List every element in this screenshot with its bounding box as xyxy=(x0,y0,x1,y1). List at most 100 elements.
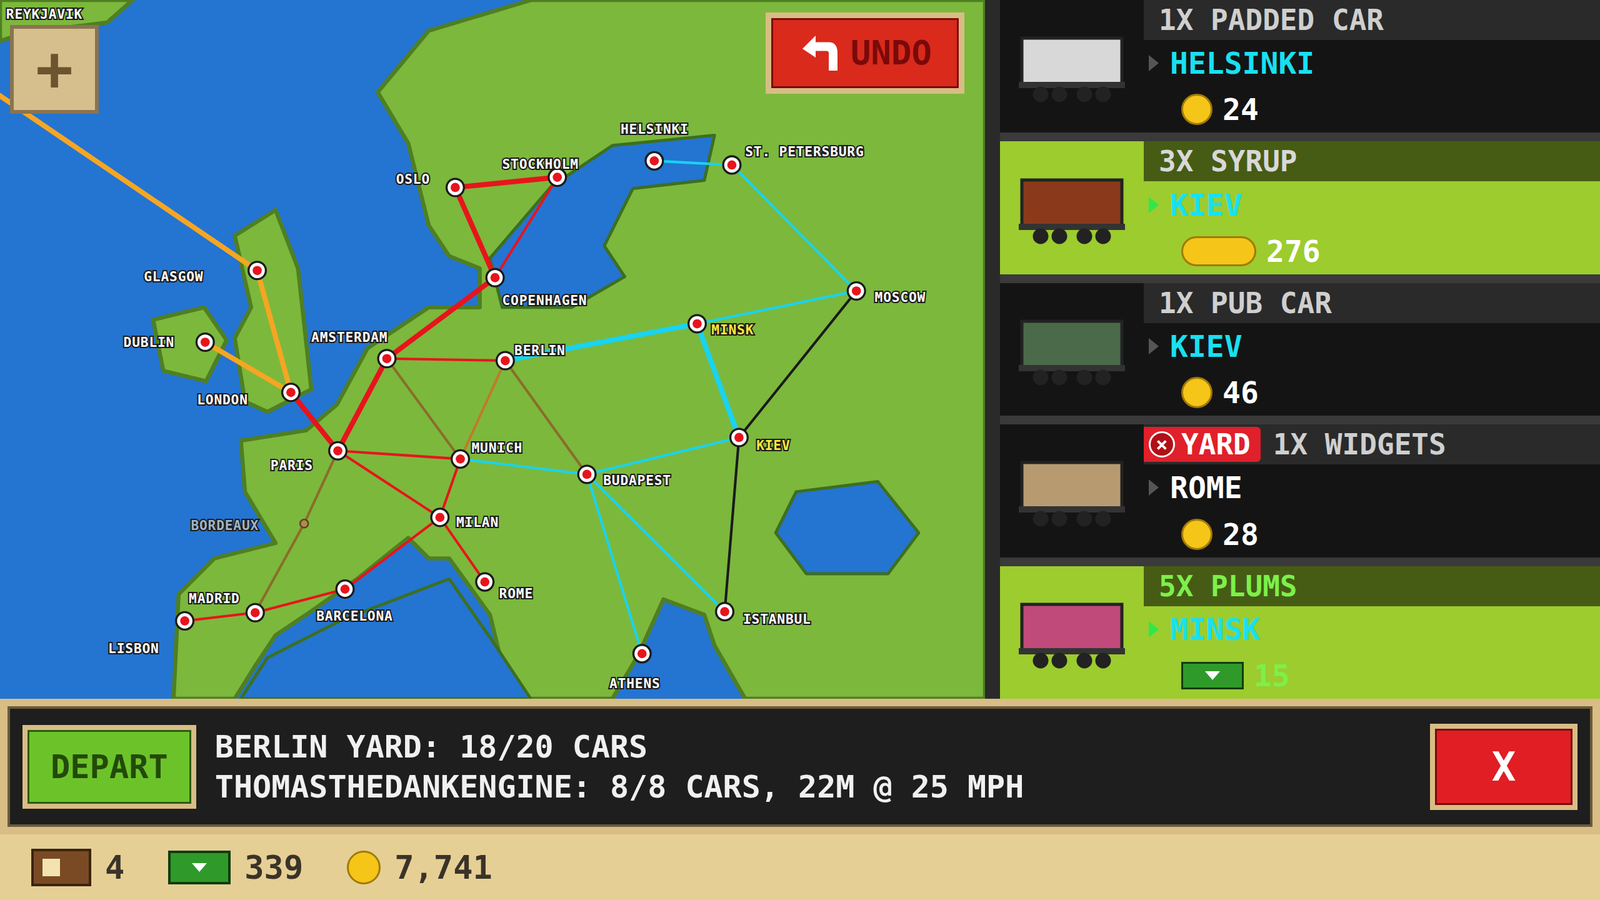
map[interactable]: REYKJAVIKGLASGOWDUBLINLONDONPARISBORDEAU… xyxy=(0,0,985,699)
city-label: ISTANBUL xyxy=(743,610,812,627)
car-title: 1X PUB CAR xyxy=(1158,288,1332,318)
city-node[interactable] xyxy=(451,450,470,468)
status-bar: 43397,741 xyxy=(0,834,1600,900)
station-ring xyxy=(451,450,470,468)
station-dot xyxy=(180,616,190,626)
route-line xyxy=(386,277,495,359)
city-node[interactable] xyxy=(716,603,734,621)
city-label: MADRID xyxy=(188,590,240,607)
station-ring xyxy=(282,383,300,402)
city-label: KIEV xyxy=(756,437,790,454)
city-label: AMSTERDAM xyxy=(311,329,388,345)
coin-stack-icon xyxy=(1181,236,1257,267)
city-node[interactable] xyxy=(378,350,396,368)
city-node[interactable] xyxy=(688,315,707,333)
station-dot xyxy=(450,183,460,193)
city-node[interactable] xyxy=(446,178,465,197)
city-node[interactable] xyxy=(300,519,309,528)
car-card[interactable]: 3X SYRUPKIEV276 xyxy=(1000,141,1600,274)
sea xyxy=(240,578,531,699)
car-card[interactable]: 1X PADDED CARHELSINKI24 xyxy=(1000,0,1600,133)
city-node[interactable] xyxy=(246,603,264,622)
route-line xyxy=(455,177,557,188)
coin-icon xyxy=(1181,93,1213,125)
city-node[interactable] xyxy=(176,611,194,630)
status-item: 7,741 xyxy=(346,850,493,885)
city-node[interactable] xyxy=(476,573,494,591)
city-label: OSLO xyxy=(396,171,430,187)
station-ring xyxy=(716,603,734,621)
city-label: LONDON xyxy=(196,391,249,408)
city-node[interactable] xyxy=(248,261,267,280)
station-ring xyxy=(486,268,504,287)
city-label: BORDEAUX xyxy=(190,517,259,534)
reward-row: 24 xyxy=(1143,86,1600,133)
close-button[interactable]: X xyxy=(1430,723,1578,810)
route-line xyxy=(455,187,495,278)
station-dot xyxy=(552,172,562,182)
depart-button[interactable]: DEPART xyxy=(22,725,197,809)
destination: MINSK xyxy=(1170,614,1261,645)
station-ring xyxy=(496,351,515,370)
city-label: HELSINKI xyxy=(620,121,689,137)
undo-button[interactable]: UNDO xyxy=(765,12,965,94)
zoom-button[interactable]: + xyxy=(10,25,99,114)
city-node[interactable] xyxy=(329,441,347,460)
train-panel-inner: DEPARTBERLIN YARD: 18/20 CARSTHOMASTHEDA… xyxy=(7,706,1593,827)
car-card[interactable]: ×YARD1X WIDGETSROME28 xyxy=(1000,424,1600,557)
coin-icon xyxy=(346,850,381,885)
reward-row: 276 xyxy=(1143,228,1600,275)
car-card[interactable]: 5X PLUMSMINSK15 xyxy=(1000,566,1600,699)
remove-icon[interactable]: × xyxy=(1148,431,1175,458)
station-ring xyxy=(378,350,396,368)
car-info: 1X PUB CARKIEV46 xyxy=(1143,283,1600,416)
car-card[interactable]: 1X PUB CARKIEV46 xyxy=(1000,283,1600,416)
station-dot xyxy=(333,446,343,456)
station-dot xyxy=(382,353,392,364)
city-node[interactable] xyxy=(633,645,651,663)
station-ring xyxy=(431,508,449,527)
car-header: ×YARD1X WIDGETS xyxy=(1143,424,1600,465)
car-info: 1X PADDED CARHELSINKI24 xyxy=(1143,0,1600,133)
station-dot xyxy=(500,356,510,366)
station-dot xyxy=(582,470,592,480)
car-icon xyxy=(1000,0,1144,133)
station-ring xyxy=(476,573,494,591)
car-icon xyxy=(1000,424,1144,557)
station-ring xyxy=(336,580,354,599)
city-node[interactable] xyxy=(336,580,354,599)
station-dot xyxy=(200,337,210,347)
city-node[interactable] xyxy=(847,282,865,300)
arrow-icon xyxy=(1148,338,1159,355)
station-dot xyxy=(851,286,862,296)
car-icon xyxy=(1000,141,1144,274)
route-line xyxy=(586,474,725,612)
route-line xyxy=(495,177,558,279)
station-dot xyxy=(286,387,296,397)
city-label: ST. PETERSBURG xyxy=(745,143,864,160)
car-icon xyxy=(1000,566,1144,699)
city-node[interactable] xyxy=(431,508,449,527)
car-info: 3X SYRUPKIEV276 xyxy=(1143,141,1600,274)
station-dot xyxy=(250,608,260,618)
city-node[interactable] xyxy=(282,383,300,402)
city-node[interactable] xyxy=(723,156,741,174)
city-node[interactable] xyxy=(196,333,214,352)
route-line xyxy=(696,323,739,438)
city-node[interactable] xyxy=(486,268,504,287)
car-title: 5X PLUMS xyxy=(1158,571,1298,601)
route-line xyxy=(255,523,304,614)
city-node[interactable] xyxy=(730,428,749,447)
city-node[interactable] xyxy=(645,151,664,170)
station-ring xyxy=(329,441,347,460)
train-panel: DEPARTBERLIN YARD: 18/20 CARSTHOMASTHEDA… xyxy=(0,698,1600,835)
station-dot xyxy=(480,577,490,587)
undo-label: UNDO xyxy=(850,36,932,70)
status-item: 4 xyxy=(31,848,125,887)
reward-row: 46 xyxy=(1143,369,1600,416)
city-node[interactable] xyxy=(496,351,515,370)
route-line xyxy=(338,358,387,452)
destination: ROME xyxy=(1170,472,1243,503)
city-node[interactable] xyxy=(578,465,596,484)
city-label: MOSCOW xyxy=(875,289,927,305)
